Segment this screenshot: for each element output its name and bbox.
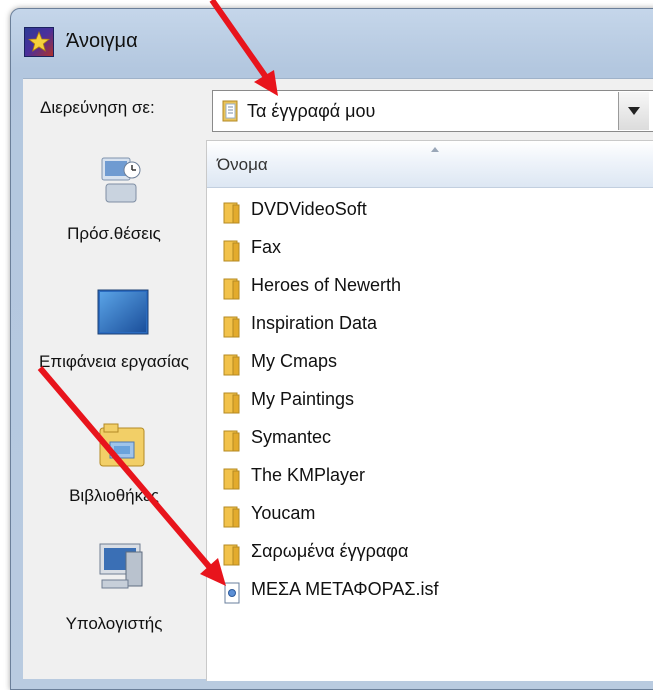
- annotation-arrows: [37, 0, 278, 586]
- annotation-arrow-bottom: [37, 366, 215, 572]
- annotation-arrow-top: [209, 0, 271, 82]
